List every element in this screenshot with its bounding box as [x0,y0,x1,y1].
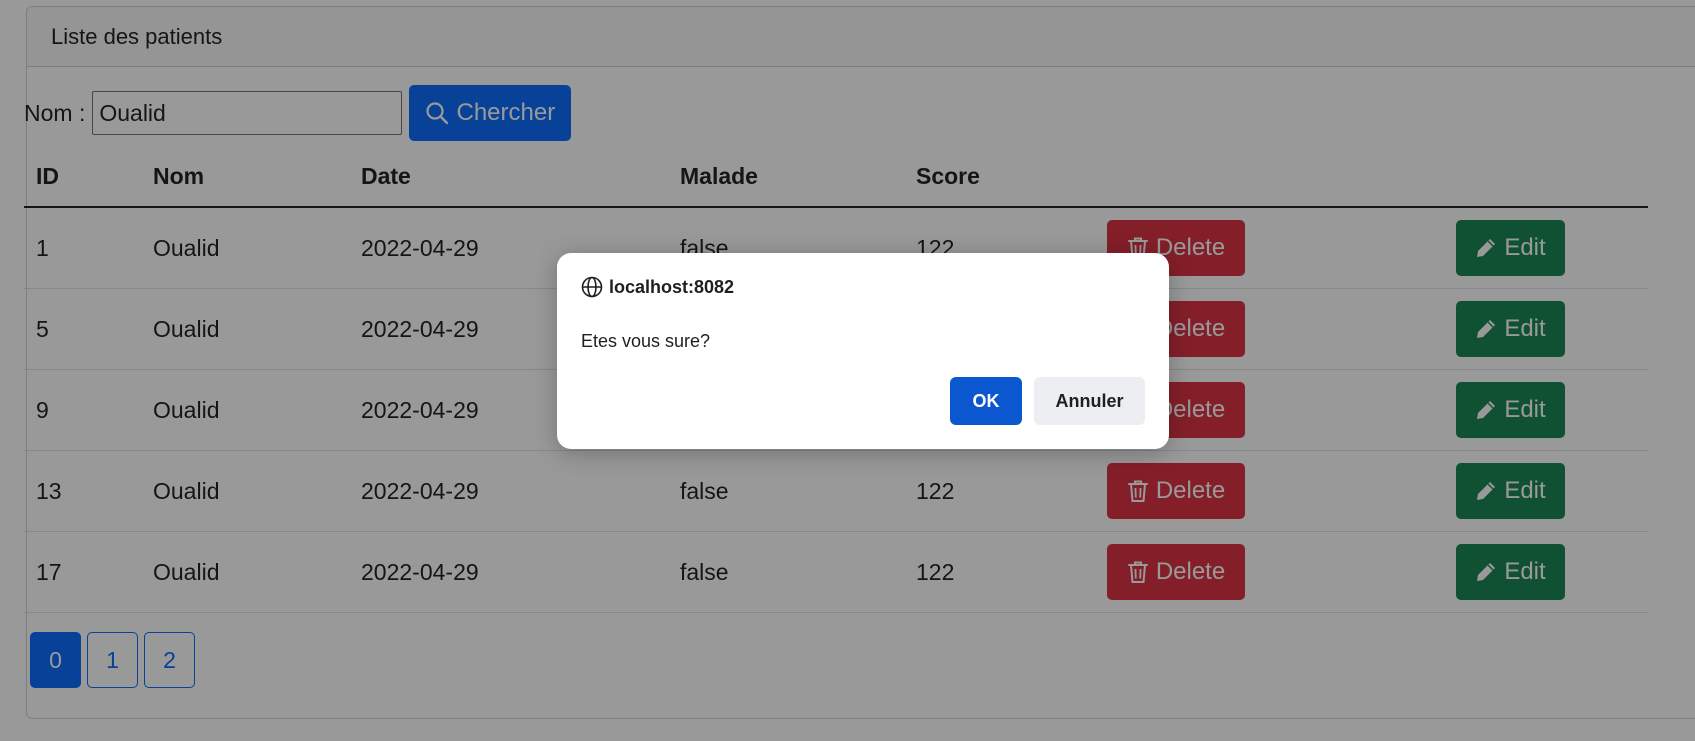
cancel-button[interactable]: Annuler [1034,377,1145,425]
confirm-dialog: localhost:8082 Etes vous sure? OK Annule… [557,253,1169,449]
ok-button[interactable]: OK [950,377,1022,425]
dialog-origin-text: localhost:8082 [609,276,735,297]
globe-icon [581,276,603,298]
dialog-origin: localhost:8082 [581,276,734,298]
dialog-message: Etes vous sure? [581,331,711,351]
